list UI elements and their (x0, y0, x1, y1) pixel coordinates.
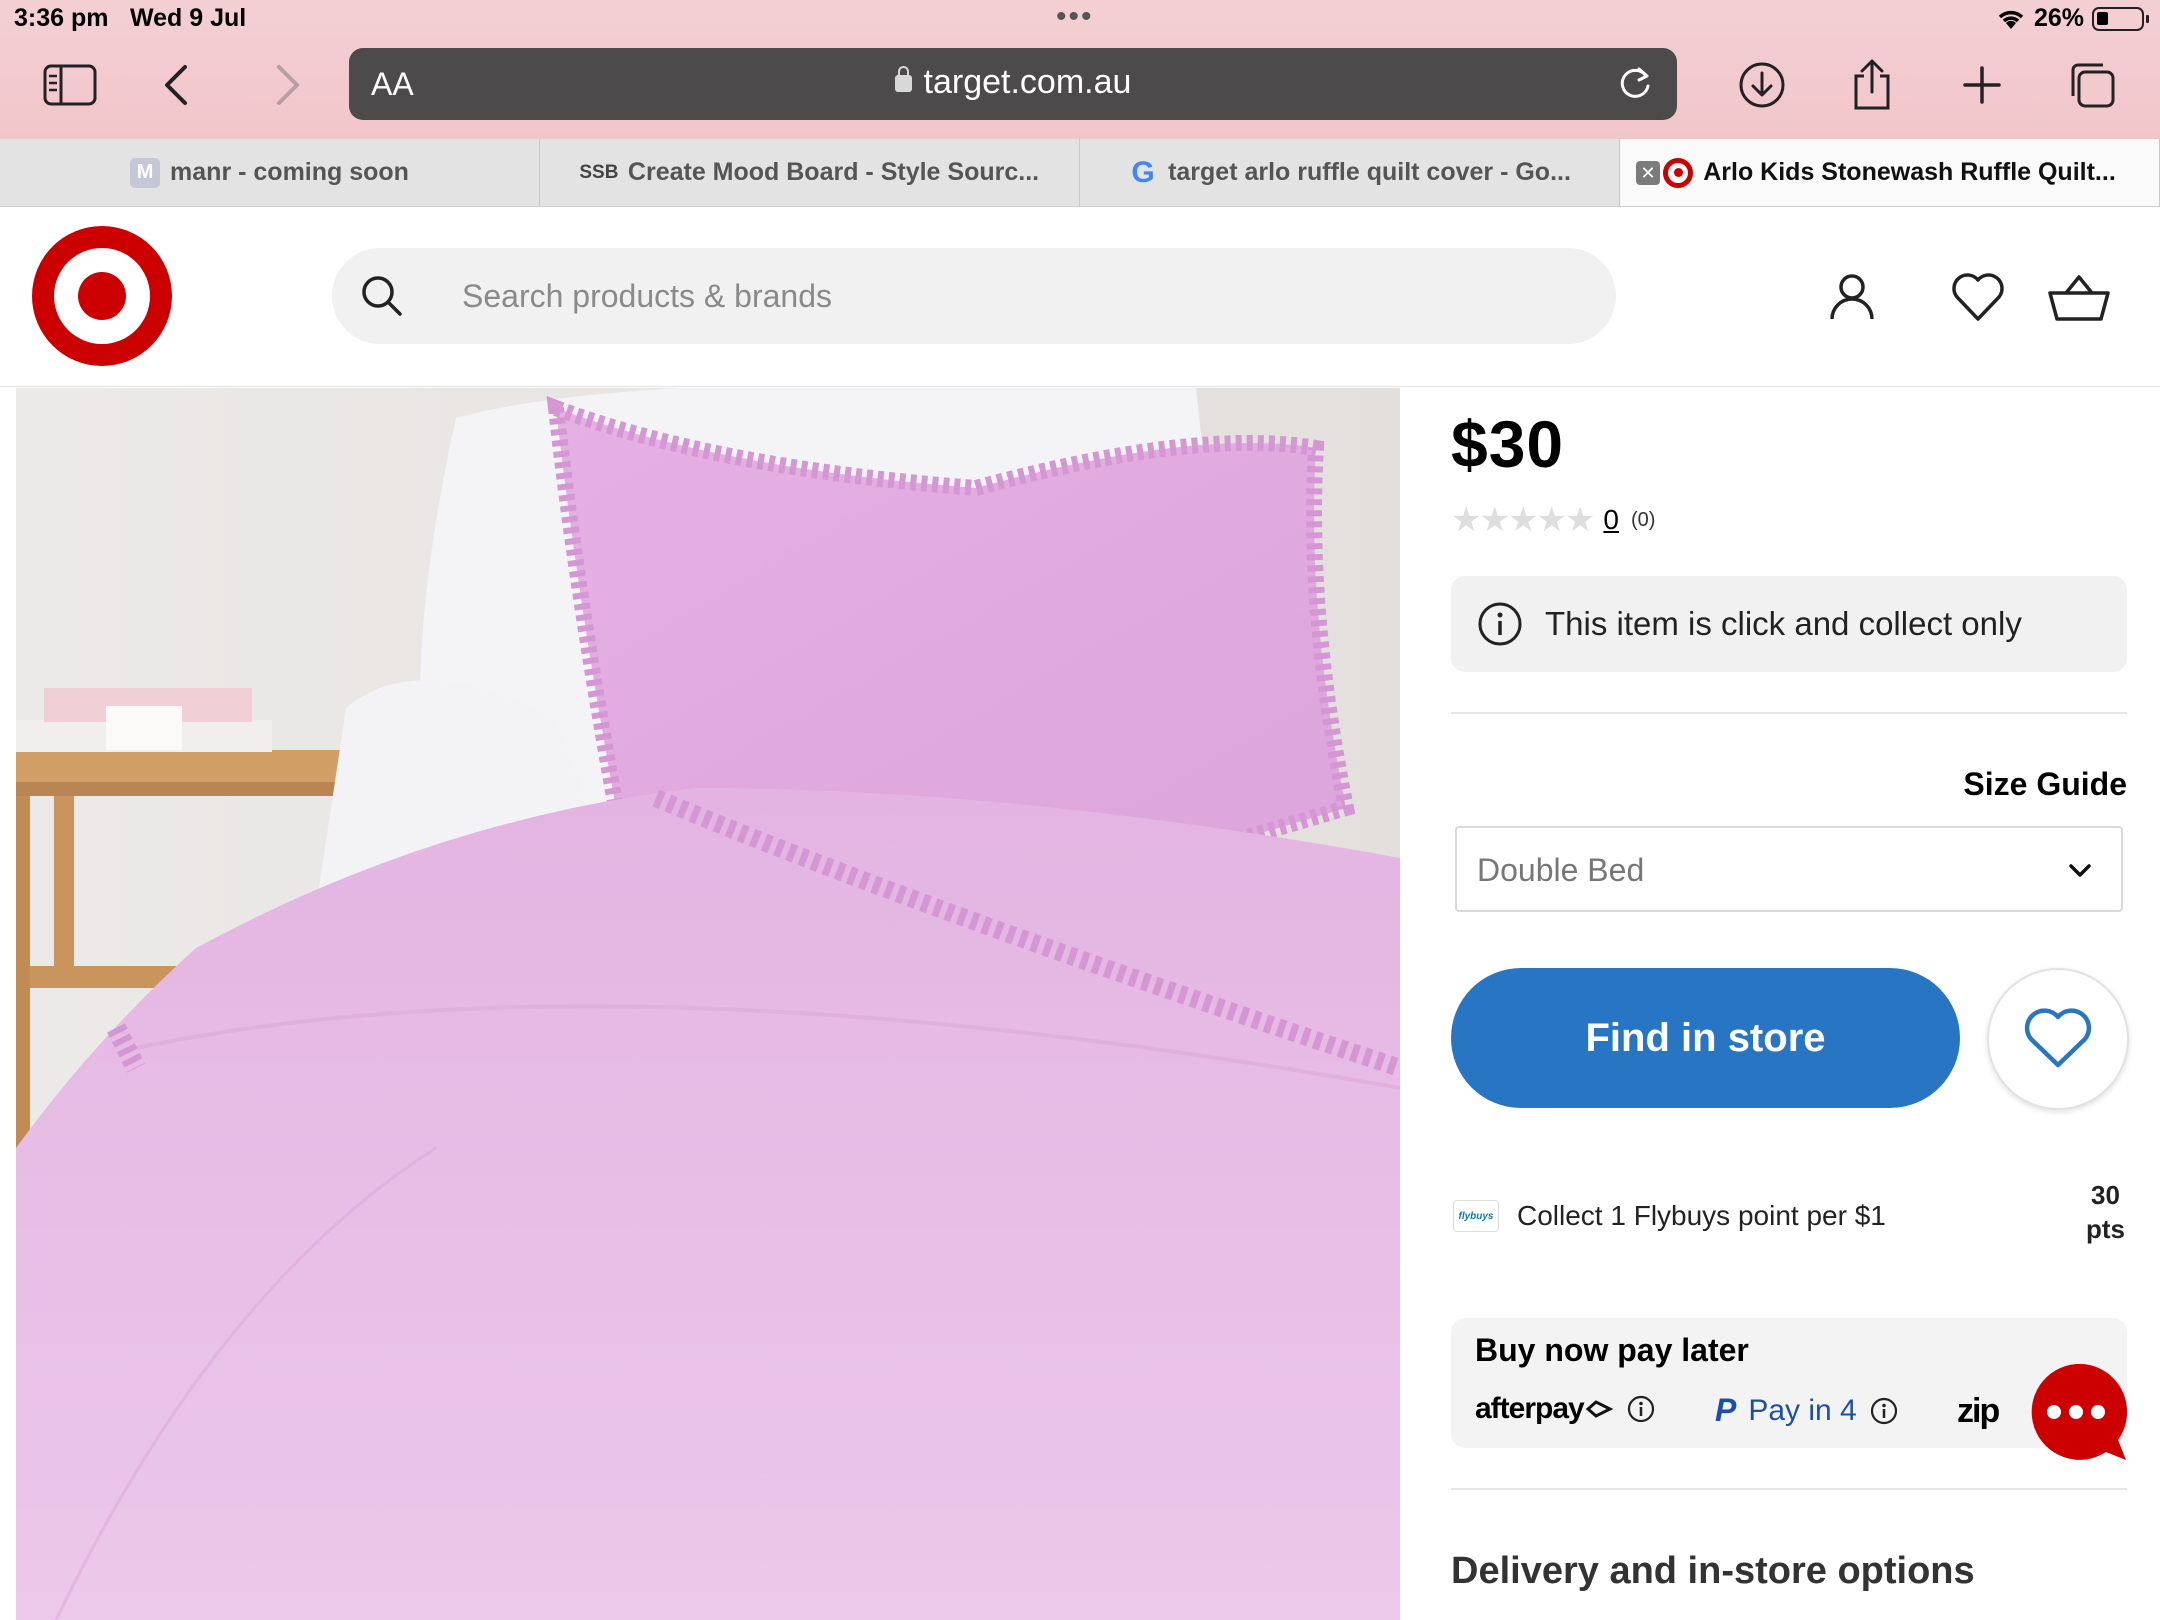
basket-icon[interactable] (2046, 267, 2112, 327)
product-image[interactable] (16, 388, 1400, 1620)
back-icon[interactable] (146, 55, 206, 115)
account-icon[interactable] (1822, 267, 1882, 327)
product-price: $30 (1451, 407, 1565, 481)
target-logo[interactable] (32, 226, 172, 366)
search-input[interactable] (462, 268, 1562, 324)
flybuys-logo: flybuys (1453, 1200, 1499, 1232)
size-selected-value: Double Bed (1477, 852, 1645, 888)
search-bar[interactable] (332, 248, 1616, 344)
battery-percent: 26% (2033, 4, 2084, 32)
chevron-down-icon (2069, 864, 2091, 877)
close-tab-icon[interactable]: ✕ (1636, 161, 1660, 185)
tab-google-search[interactable]: G target arlo ruffle quilt cover - Go... (1080, 139, 1620, 206)
multitask-dots[interactable]: ••• (1056, 0, 1094, 34)
tab-manr[interactable]: M manr - coming soon (0, 139, 540, 206)
url-domain[interactable]: target.com.au (349, 63, 1677, 102)
flybuys-points-unit: pts (2086, 1214, 2125, 1244)
bnpl-title: Buy now pay later (1475, 1332, 1749, 1368)
click-collect-notice: This item is click and collect only (1451, 576, 2127, 672)
forward-icon[interactable] (258, 55, 318, 115)
tab-label: manr - coming soon (170, 158, 409, 186)
afterpay-info-icon[interactable] (1626, 1394, 1656, 1424)
style-source-favicon-icon: SSB (579, 161, 619, 183)
divider (1451, 1488, 2127, 1490)
tab-label: Create Mood Board - Style Sourc... (627, 158, 1040, 186)
rating-total: (0) (1630, 508, 1656, 531)
flybuys-text: Collect 1 Flybuys point per $1 (1517, 1200, 1886, 1231)
paypal-option[interactable]: P Pay in 4 (1715, 1392, 1899, 1429)
status-date: Wed 9 Jul (130, 4, 247, 32)
paypal-logo-icon: P (1715, 1392, 1737, 1428)
tab-label: Arlo Kids Stonewash Ruffle Quilt... (1703, 158, 2116, 186)
address-bar[interactable]: AA target.com.au (349, 48, 1677, 120)
tab-mood-board[interactable]: SSB Create Mood Board - Style Sourc... (540, 139, 1080, 206)
afterpay-option[interactable]: afterpay (1475, 1392, 1656, 1426)
lock-icon (894, 66, 912, 92)
sidebar-icon[interactable] (40, 55, 100, 115)
tab-bar: M manr - coming soon SSB Create Mood Boa… (0, 139, 2160, 207)
new-tab-icon[interactable] (1952, 55, 2012, 115)
review-count-link[interactable]: 0 (1603, 504, 1619, 536)
downloads-icon[interactable] (1732, 55, 1792, 115)
star-rating-icon: ★★★★★ (1451, 501, 1595, 539)
zip-option[interactable]: zip (1957, 1392, 2000, 1431)
status-right: 26% (1996, 4, 2149, 33)
paypal-label: Pay in 4 (1748, 1393, 1857, 1427)
manr-favicon-icon: M (130, 157, 161, 188)
info-icon (1478, 602, 1522, 646)
share-icon[interactable] (1842, 55, 1902, 115)
status-time: 3:36 pm (14, 4, 109, 32)
flybuys-points-value: 30 (2091, 1180, 2120, 1210)
delivery-heading[interactable]: Delivery and in-store options (1451, 1550, 1975, 1593)
flybuys-points: 30 pts (2086, 1178, 2125, 1246)
size-select[interactable]: Double Bed (1455, 826, 2123, 912)
rating[interactable]: ★★★★★ 0 (0) (1451, 500, 1655, 540)
notice-text: This item is click and collect only (1545, 605, 2022, 642)
tab-target-product[interactable]: ✕ Arlo Kids Stonewash Ruffle Quilt... (1620, 139, 2160, 206)
target-favicon-icon (1663, 157, 1694, 188)
browser-chrome: 3:36 pm Wed 9 Jul ••• 26% AA target.com.… (0, 0, 2160, 139)
google-favicon-icon: G (1131, 155, 1155, 189)
wishlist-icon[interactable] (1948, 267, 2008, 327)
wifi-icon (1998, 10, 2024, 29)
add-to-wishlist-button[interactable] (1987, 968, 2129, 1110)
site-header (0, 207, 2160, 387)
size-guide-link[interactable]: Size Guide (1963, 766, 2127, 803)
heart-icon (2024, 1008, 2092, 1068)
battery-icon (2092, 6, 2149, 31)
find-in-store-button[interactable]: Find in store (1451, 968, 1960, 1108)
quilt-photo (16, 388, 1400, 1620)
zip-logo: zip (1957, 1392, 2000, 1430)
tab-overview-icon[interactable] (2062, 55, 2122, 115)
tab-label: target arlo ruffle quilt cover - Go... (1168, 158, 1571, 186)
afterpay-logo: afterpay (1475, 1392, 1585, 1425)
afterpay-arrows-icon (1585, 1400, 1614, 1418)
domain-text: target.com.au (923, 63, 1132, 101)
chat-icon[interactable] (2024, 1360, 2128, 1464)
search-icon[interactable] (358, 272, 406, 320)
reload-icon[interactable] (1615, 64, 1655, 104)
flybuys-info: flybuys Collect 1 Flybuys point per $1 3… (1451, 1178, 2127, 1258)
divider (1451, 712, 2127, 714)
paypal-info-icon[interactable] (1869, 1396, 1899, 1426)
